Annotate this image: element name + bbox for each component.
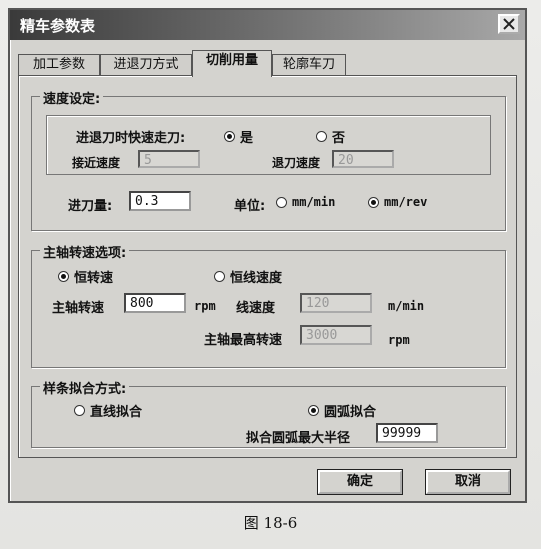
max-spindle-speed-label: 主轴最高转速 bbox=[204, 333, 283, 348]
constant-speed-label: 恒转速 bbox=[74, 271, 114, 286]
spindle-speed-label: 主轴转速 bbox=[52, 301, 105, 316]
max-spindle-speed-unit: rpm bbox=[388, 333, 410, 347]
spindle-speed-field[interactable]: 800 bbox=[124, 293, 186, 313]
arc-fit-radio[interactable]: 圆弧拟合 bbox=[308, 401, 376, 420]
radio-unselected-icon bbox=[276, 196, 287, 208]
feed-amount-field[interactable]: 0.3 bbox=[129, 191, 191, 211]
constant-linear-speed-radio[interactable]: 恒线速度 bbox=[214, 267, 282, 286]
unit-label: 单位: bbox=[234, 199, 266, 214]
figure-caption: 图 18-6 bbox=[243, 514, 298, 532]
rapid-feed-label: 进退刀时快速走刀: bbox=[76, 131, 186, 146]
max-arc-radius-field[interactable]: 99999 bbox=[376, 423, 438, 443]
tab-approach-retract[interactable]: 进退刀方式 bbox=[100, 54, 192, 76]
radio-unselected-icon bbox=[74, 405, 85, 416]
speed-setting-group: 速度设定: 进退刀时快速走刀: 是 否 接近速度 5 退刀速度 20 进刀量: … bbox=[31, 88, 506, 231]
lathe-finish-params-dialog: 精车参数表 加工参数 进退刀方式 切削用量 轮廓车刀 速度设定: 进退刀时快速走… bbox=[8, 8, 527, 503]
tab-machining-params[interactable]: 加工参数 bbox=[18, 54, 100, 76]
ok-button[interactable]: 确定 bbox=[317, 469, 403, 495]
spline-fit-group: 样条拟合方式: 直线拟合 圆弧拟合 拟合圆弧最大半径 99999 bbox=[31, 378, 506, 448]
linear-speed-label: 线速度 bbox=[236, 301, 276, 316]
window-title: 精车参数表 bbox=[20, 17, 96, 35]
radio-selected-icon bbox=[368, 196, 379, 208]
spindle-speed-options-label: 主轴转速选项: bbox=[40, 242, 130, 261]
constant-linear-speed-label: 恒线速度 bbox=[230, 271, 283, 286]
unit-mm-min-radio[interactable]: mm/min bbox=[276, 195, 335, 209]
spline-fit-label: 样条拟合方式: bbox=[40, 378, 130, 397]
approach-speed-field[interactable]: 5 bbox=[138, 150, 200, 168]
spindle-speed-unit: rpm bbox=[194, 299, 216, 313]
close-icon bbox=[503, 18, 515, 30]
approach-speed-label: 接近速度 bbox=[72, 156, 121, 170]
retract-speed-label: 退刀速度 bbox=[272, 156, 321, 170]
radio-selected-icon bbox=[308, 405, 319, 416]
tab-cutting-amount[interactable]: 切削用量 bbox=[192, 50, 272, 77]
max-spindle-speed-field[interactable]: 3000 bbox=[300, 325, 372, 345]
unit-mm-min-label: mm/min bbox=[292, 195, 336, 209]
tab-panel-cutting-amount: 速度设定: 进退刀时快速走刀: 是 否 接近速度 5 退刀速度 20 进刀量: … bbox=[18, 75, 517, 458]
linear-speed-unit: m/min bbox=[388, 299, 425, 313]
rapid-yes-radio[interactable]: 是 bbox=[224, 127, 253, 146]
radio-selected-icon bbox=[58, 271, 69, 282]
speed-setting-label: 速度设定: bbox=[40, 88, 104, 107]
rapid-no-label: 否 bbox=[332, 131, 346, 146]
radio-unselected-icon bbox=[316, 131, 327, 142]
tab-contour-tool[interactable]: 轮廓车刀 bbox=[272, 54, 346, 76]
line-fit-radio[interactable]: 直线拟合 bbox=[74, 401, 142, 420]
cancel-button[interactable]: 取消 bbox=[425, 469, 511, 495]
spindle-speed-group: 主轴转速选项: 恒转速 恒线速度 主轴转速 800 rpm 线速度 120 m/… bbox=[31, 242, 506, 368]
close-button[interactable] bbox=[498, 14, 520, 34]
constant-speed-radio[interactable]: 恒转速 bbox=[58, 267, 113, 286]
rapid-yes-label: 是 bbox=[240, 131, 254, 146]
unit-mm-rev-label: mm/rev bbox=[384, 195, 428, 209]
radio-unselected-icon bbox=[214, 271, 225, 282]
retract-speed-field[interactable]: 20 bbox=[332, 150, 394, 168]
radio-selected-icon bbox=[224, 131, 235, 142]
rapid-no-radio[interactable]: 否 bbox=[316, 127, 345, 146]
line-fit-label: 直线拟合 bbox=[90, 405, 143, 420]
linear-speed-field[interactable]: 120 bbox=[300, 293, 372, 313]
feed-amount-label: 进刀量: bbox=[68, 199, 113, 214]
max-arc-radius-label: 拟合圆弧最大半径 bbox=[246, 431, 351, 446]
unit-mm-rev-radio[interactable]: mm/rev bbox=[368, 195, 427, 209]
title-bar: 精车参数表 bbox=[10, 10, 525, 40]
arc-fit-label: 圆弧拟合 bbox=[324, 405, 377, 420]
